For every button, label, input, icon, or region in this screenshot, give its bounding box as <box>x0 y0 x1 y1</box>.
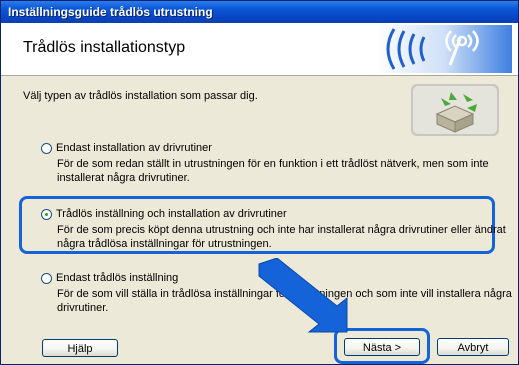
option-wireless-and-driver-description: För de som precis köpt denna utrustning … <box>57 224 506 250</box>
cancel-button[interactable]: Avbryt <box>437 338 509 356</box>
wizard-window: Inställningsguide trådlös utrustning Trå… <box>0 0 519 365</box>
wireless-signal-icon <box>376 25 512 73</box>
next-button[interactable]: Nästa > <box>344 338 420 356</box>
page-title: Trådlös installationstyp <box>23 39 186 56</box>
radio-wireless-only[interactable] <box>41 273 52 284</box>
option-wireless-only-label: Endast trådlös inställning <box>56 272 179 284</box>
option-wireless-and-driver-label: Trådlös inställning och installation av … <box>56 208 287 220</box>
pointer-arrow-icon <box>258 258 348 333</box>
window-title: Inställningsguide trådlös utrustning <box>8 5 213 19</box>
help-button[interactable]: Hjälp <box>42 339 118 357</box>
wizard-content: Välj typen av trådlös installation som p… <box>1 76 518 364</box>
option-wireless-and-driver[interactable]: Trådlös inställning och installation av … <box>41 208 511 252</box>
wizard-header: Trådlös installationstyp <box>1 23 518 76</box>
option-driver-only-label: Endast installation av drivrutiner <box>56 142 212 154</box>
radio-wireless-and-driver[interactable] <box>41 209 52 220</box>
wireless-install-icon <box>411 84 499 136</box>
intro-text: Välj typen av trådlös installation som p… <box>23 90 258 102</box>
option-driver-only[interactable]: Endast installation av drivrutiner För d… <box>41 142 511 186</box>
radio-driver-only[interactable] <box>41 143 52 154</box>
option-driver-only-description: För de som redan ställt in utrustningen … <box>57 158 489 184</box>
title-bar[interactable]: Inställningsguide trådlös utrustning <box>1 1 518 23</box>
